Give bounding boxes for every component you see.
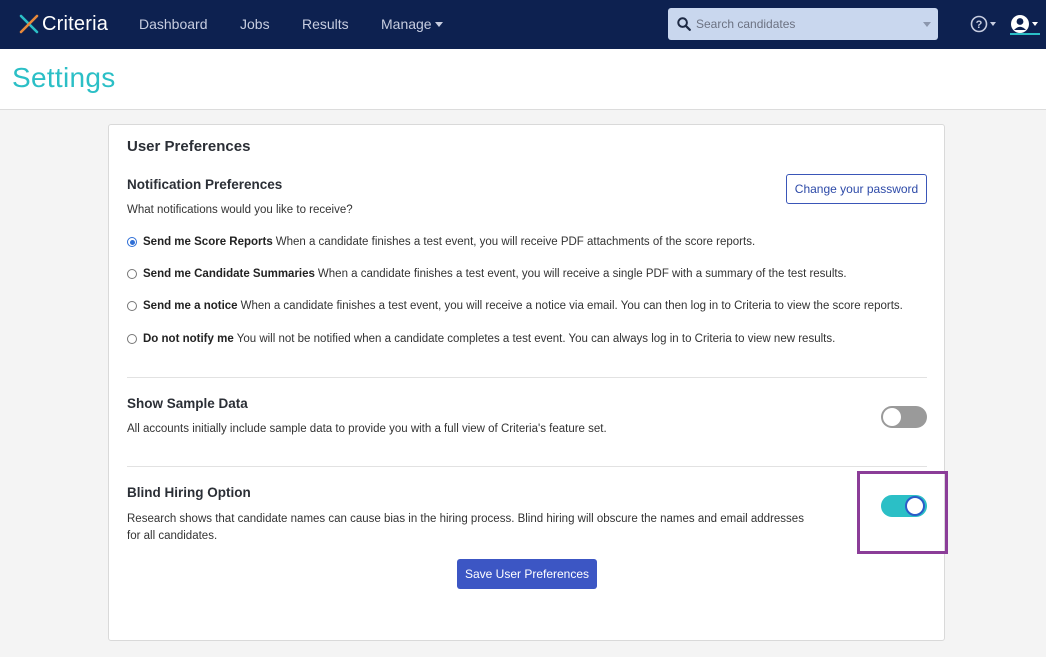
radio-button[interactable] <box>127 269 137 279</box>
page-header: Settings <box>0 49 1046 110</box>
option-description: When a candidate finishes a test event, … <box>275 236 756 248</box>
help-icon: ? <box>970 15 988 33</box>
user-avatar-icon <box>1011 15 1029 33</box>
option-label: Send me Score Reports <box>143 236 273 248</box>
caret-down-icon <box>1032 22 1038 26</box>
notification-preferences-title: Notification Preferences <box>127 177 283 192</box>
option-label: Send me Candidate Summaries <box>143 268 315 280</box>
option-description: You will not be notified when a candidat… <box>236 333 836 345</box>
card-title: User Preferences <box>127 138 251 155</box>
nav-dashboard[interactable]: Dashboard <box>139 16 208 32</box>
blind-hiring-description-line2: for all candidates. <box>127 530 218 542</box>
caret-down-icon <box>434 22 443 27</box>
option-label: Send me a notice <box>143 300 238 312</box>
option-description: When a candidate finishes a test event, … <box>240 300 903 312</box>
page-title: Settings <box>12 62 116 93</box>
blind-hiring-description-line1: Research shows that candidate names can … <box>127 513 804 525</box>
nav-manage[interactable]: Manage <box>381 16 443 32</box>
highlight-annotation <box>857 471 948 554</box>
option-label: Do not notify me <box>143 333 234 345</box>
option-description: When a candidate finishes a test event, … <box>317 268 847 280</box>
section-divider <box>127 377 927 378</box>
logo-text: Criteria <box>42 12 109 35</box>
radio-option-notice[interactable]: Send me a notice When a candidate finish… <box>127 300 903 312</box>
nav-results[interactable]: Results <box>302 16 349 32</box>
notification-question: What notifications would you like to rec… <box>127 204 353 216</box>
blind-hiring-title: Blind Hiring Option <box>127 485 251 500</box>
criteria-logo[interactable]: Criteria <box>18 11 108 37</box>
section-divider <box>127 466 927 467</box>
nav-jobs[interactable]: Jobs <box>240 16 270 32</box>
search-input[interactable] <box>696 8 916 40</box>
help-menu[interactable]: ? <box>970 13 996 35</box>
toggle-knob <box>883 408 901 426</box>
caret-down-icon <box>990 22 996 26</box>
search-dropdown-icon[interactable] <box>923 22 931 27</box>
save-user-preferences-button[interactable]: Save User Preferences <box>457 559 597 589</box>
radio-button[interactable] <box>127 237 137 247</box>
criteria-x-icon <box>19 14 39 34</box>
sample-data-title: Show Sample Data <box>127 396 248 411</box>
radio-option-do-not-notify[interactable]: Do not notify me You will not be notifie… <box>127 333 835 345</box>
search-icon <box>677 17 691 31</box>
svg-text:?: ? <box>976 19 983 31</box>
sample-data-description: All accounts initially include sample da… <box>127 423 607 435</box>
radio-option-score-reports[interactable]: Send me Score Reports When a candidate f… <box>127 236 755 248</box>
sample-data-toggle[interactable] <box>881 406 927 428</box>
radio-button[interactable] <box>127 334 137 344</box>
change-password-button[interactable]: Change your password <box>786 174 927 204</box>
radio-option-candidate-summaries[interactable]: Send me Candidate Summaries When a candi… <box>127 268 847 280</box>
active-indicator <box>1010 33 1040 35</box>
user-preferences-card: User Preferences Notification Preference… <box>108 124 948 641</box>
candidate-search[interactable] <box>668 8 938 40</box>
nav-manage-label: Manage <box>381 16 432 32</box>
radio-button[interactable] <box>127 301 137 311</box>
top-nav-bar: Criteria Dashboard Jobs Results Manage ? <box>0 0 1046 49</box>
